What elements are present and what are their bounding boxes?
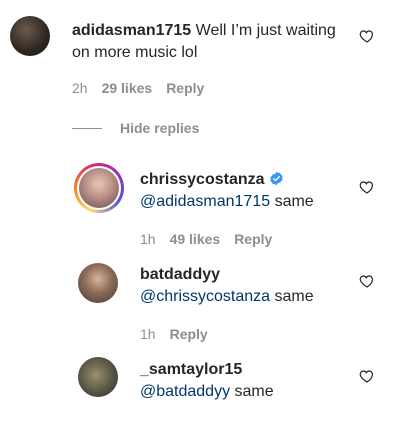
heart-icon[interactable] bbox=[359, 368, 375, 384]
heart-icon[interactable] bbox=[359, 273, 375, 289]
comment-username[interactable]: adidasman1715 bbox=[72, 22, 191, 39]
reply-message: same bbox=[274, 193, 314, 210]
hide-replies-label[interactable]: Hide replies bbox=[120, 120, 199, 136]
comment-time: 2h bbox=[72, 80, 88, 96]
reply-time: 1h bbox=[140, 326, 156, 342]
heart-icon[interactable] bbox=[359, 28, 375, 44]
reply-username[interactable]: chrissycostanza bbox=[140, 171, 265, 188]
avatar-batdaddyy[interactable] bbox=[78, 263, 118, 303]
reply-text: _samtaylor15 @batdaddyy same bbox=[140, 359, 350, 403]
reply-text: batdaddyy @chrissycostanza same bbox=[140, 264, 350, 308]
reply-button[interactable]: Reply bbox=[234, 231, 272, 247]
avatar-chrissycostanza[interactable] bbox=[74, 163, 124, 213]
avatar-adidasman1715[interactable] bbox=[10, 16, 50, 56]
verified-badge-icon bbox=[269, 171, 284, 186]
reply-likes[interactable]: 49 likes bbox=[170, 231, 221, 247]
mention-link[interactable]: @batdaddyy bbox=[140, 383, 230, 400]
mention-link[interactable]: @chrissycostanza bbox=[140, 288, 270, 305]
reply-time: 1h bbox=[140, 231, 156, 247]
comment-text: adidasman1715 Well I’m just waiting on m… bbox=[72, 20, 342, 64]
reply-meta: 1h Reply bbox=[140, 326, 208, 342]
reply-message: same bbox=[274, 288, 314, 305]
reply-meta: 1h 49 likes Reply bbox=[140, 231, 272, 247]
avatar-samtaylor15[interactable] bbox=[78, 357, 118, 397]
heart-icon[interactable] bbox=[359, 179, 375, 195]
reply-button[interactable]: Reply bbox=[170, 326, 208, 342]
reply-button[interactable]: Reply bbox=[166, 80, 204, 96]
comment-meta: 2h 29 likes Reply bbox=[72, 80, 204, 96]
reply-text: chrissycostanza @adidasman1715 same bbox=[140, 169, 350, 213]
hide-replies-toggle[interactable]: Hide replies bbox=[72, 120, 199, 136]
mention-link[interactable]: @adidasman1715 bbox=[140, 193, 270, 210]
divider-line bbox=[72, 127, 102, 129]
reply-message: same bbox=[234, 383, 274, 400]
reply-username[interactable]: _samtaylor15 bbox=[140, 361, 242, 378]
reply-username[interactable]: batdaddyy bbox=[140, 266, 220, 283]
comment-likes[interactable]: 29 likes bbox=[102, 80, 153, 96]
